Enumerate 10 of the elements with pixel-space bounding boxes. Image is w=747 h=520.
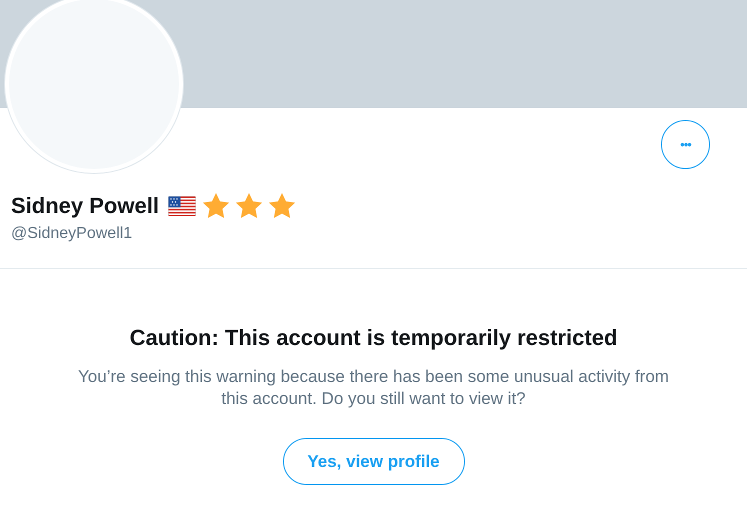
star-icon [266,192,297,220]
profile-handle: @SidneyPowell1 [11,225,132,242]
warning-message: You’re seeing this warning because there has been some unusual activity from this account. Do you still want to view it? [77,366,670,410]
more-button[interactable]: ••• [661,120,710,169]
star-icon [234,192,264,220]
flag-icon [168,196,196,216]
view-profile-button[interactable]: Yes, view profile [282,438,464,485]
warning-title: Caution: This account is temporarily restricted [130,324,618,352]
profile-name: Sidney Powell [11,192,159,220]
star-icon [200,192,231,220]
